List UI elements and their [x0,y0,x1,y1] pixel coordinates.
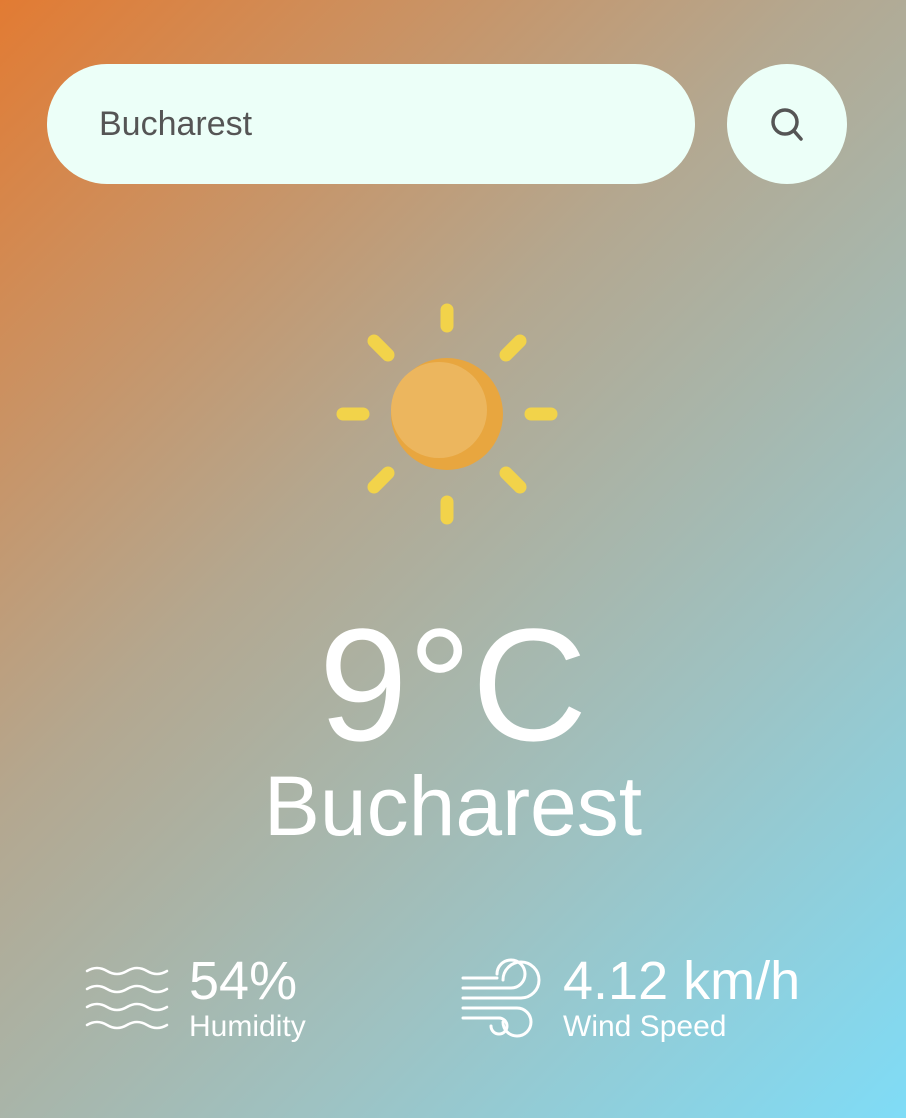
wind-icon [461,958,541,1038]
search-bar [47,64,695,184]
temperature: 9°C [318,595,588,774]
wind-value: 4.12 km/h [563,951,801,1011]
humidity-value: 54% [189,951,298,1011]
search-button[interactable] [727,64,847,184]
humidity-detail: 54% Humidity [85,952,306,1044]
wind-detail: 4.12 km/h Wind Speed [459,952,800,1044]
sun-icon [336,303,558,525]
waves-icon [85,966,169,1030]
search-input[interactable] [97,103,661,145]
wind-label: Wind Speed [563,1010,727,1043]
city-name: Bucharest [263,759,643,853]
humidity-label: Humidity [189,1010,306,1043]
search-icon [771,108,803,141]
